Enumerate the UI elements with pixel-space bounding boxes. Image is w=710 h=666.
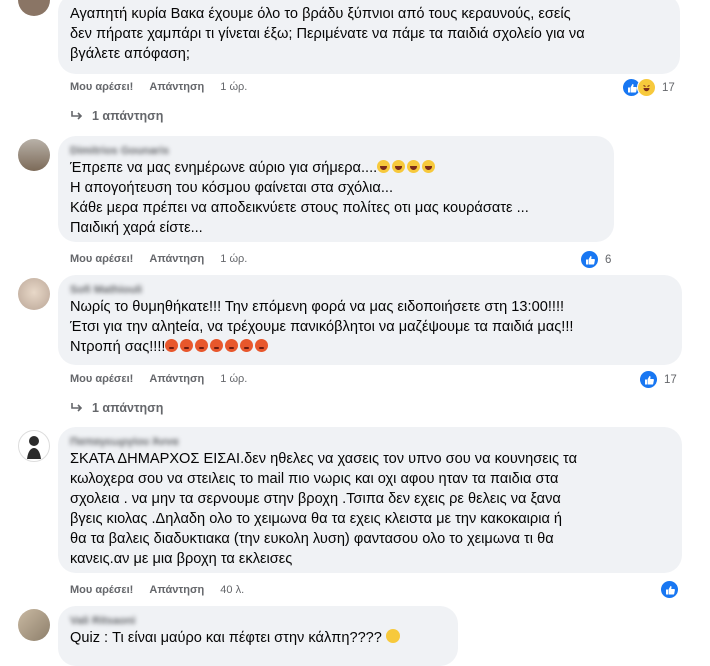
angry-emoji-icon: [225, 339, 239, 352]
comment-text-line: Αγαπητή κυρία Βακα έχουμε όλο το βράδυ ξ…: [70, 6, 571, 22]
comment-bubble: Sofi Mathiouli Νωρίς το θυμηθήκατε!!! Τη…: [58, 275, 682, 365]
comment-text-line: Έτσι για την αληteία, να τρέχουμε πανικό…: [70, 319, 574, 335]
like-link[interactable]: Μου αρέσει!: [70, 81, 133, 93]
comment-text-line: κωλοχερα σου να στειλεις το mail πιο νωρ…: [70, 471, 559, 487]
like-reaction-icon: [660, 580, 679, 599]
haha-reaction-icon: [637, 78, 656, 97]
avatar[interactable]: [18, 0, 50, 16]
reply-arrow-icon: [71, 111, 83, 120]
like-link[interactable]: Μου αρέσει!: [70, 584, 133, 596]
reply-link[interactable]: Απάντηση: [149, 253, 204, 265]
comment-text-line: ΣΚΑΤΑ ΔΗΜΑΡΧΟΣ ΕΙΣΑΙ.δεν ηθελες να χασει…: [70, 451, 578, 467]
comment-text-line: Έπρεπε να μας ενημέρωνε αύριο για σήμερα…: [70, 158, 602, 178]
reaction-count: 17: [664, 373, 677, 386]
reaction-summary[interactable]: [660, 580, 679, 599]
avatar[interactable]: [18, 139, 50, 171]
timestamp[interactable]: 1 ώρ.: [220, 373, 247, 385]
comment-actions: Μου αρέσει! Απάντηση 1 ώρ.: [70, 253, 260, 265]
comment-text-line: Η απογοήτευση του κόσμου φαίνεται στα σχ…: [70, 180, 394, 196]
comment-text-line: βγεις κιολας .Δηλαδη ολο το χειμωνα θα τ…: [70, 511, 563, 527]
comment-actions: Μου αρέσει! Απάντηση 1 ώρ.: [70, 373, 260, 385]
comment-text-line: Quiz : Τι είναι μαύρο και πέφτει στην κά…: [70, 628, 446, 648]
angry-emoji-icon: [165, 339, 179, 352]
reaction-summary[interactable]: 17: [622, 78, 675, 97]
reaction-summary[interactable]: 17: [639, 370, 677, 389]
comment-text-line: δεν πήρατε χαμπάρι τι γίνεται έξω; Περιμ…: [70, 26, 585, 42]
comment-author[interactable]: Vali Ritsaoni: [70, 614, 446, 628]
laughing-emoji-icon: [377, 160, 391, 173]
reaction-count: 17: [662, 81, 675, 94]
reply-link[interactable]: Απάντηση: [149, 373, 204, 385]
angry-emoji-icon: [240, 339, 254, 352]
avatar[interactable]: [18, 609, 50, 641]
like-link[interactable]: Μου αρέσει!: [70, 373, 133, 385]
comment-author[interactable]: Sofi Mathiouli: [70, 283, 670, 297]
timestamp[interactable]: 1 ώρ.: [220, 81, 247, 93]
comment-bubble: Παπαγεωργίου Άννα ΣΚΑΤΑ ΔΗΜΑΡΧΟΣ ΕΙΣΑΙ.δ…: [58, 427, 682, 573]
comment-author[interactable]: Dimitrios Gounaris: [70, 144, 602, 158]
view-replies-link[interactable]: 1 απάντηση: [70, 401, 163, 415]
reaction-summary[interactable]: 6: [580, 250, 611, 269]
reply-link[interactable]: Απάντηση: [149, 584, 204, 596]
angry-emoji-icon: [210, 339, 224, 352]
comment-bubble: Dimitrios Gounaris Έπρεπε να μας ενημέρω…: [58, 136, 614, 242]
reaction-count: 6: [605, 253, 612, 266]
comment-text-line: θα τα βαλεις διαδυκτιακα (την ευκολη λυσ…: [70, 531, 554, 547]
timestamp[interactable]: 40 λ.: [220, 584, 244, 596]
reply-link[interactable]: Απάντηση: [149, 81, 204, 93]
laughing-emoji-icon: [422, 160, 436, 173]
replies-count-label: 1 απάντηση: [92, 109, 164, 123]
laughing-emoji-icon: [407, 160, 421, 173]
view-replies-link[interactable]: 1 απάντηση: [70, 109, 163, 123]
comment-text-line: σχολεια . να μην τα σερνουμε στην βροχη …: [70, 491, 561, 507]
comment-author[interactable]: Παπαγεωργίου Άννα: [70, 435, 670, 449]
replies-count-label: 1 απάντηση: [92, 401, 164, 415]
comment-text-line: κανεις.αν με μια βροχη τα εκλεισες: [70, 551, 293, 567]
laughing-emoji-icon: [392, 160, 406, 173]
comment-actions: Μου αρέσει! Απάντηση 40 λ.: [70, 584, 257, 596]
comment-text-line: Παιδική χαρά είστε...: [70, 220, 203, 236]
comment-text-line: Νωρίς το θυμηθήκατε!!! Την επόμενη φορά …: [70, 299, 565, 315]
like-link[interactable]: Μου αρέσει!: [70, 253, 133, 265]
angry-emoji-icon: [195, 339, 209, 352]
angry-emoji-icon: [255, 339, 269, 352]
reply-arrow-icon: [71, 403, 83, 412]
comment-text-line: βγάλετε απόφαση;: [70, 46, 190, 62]
angry-emoji-icon: [180, 339, 194, 352]
timestamp[interactable]: 1 ώρ.: [220, 253, 247, 265]
worried-emoji-icon: [385, 629, 400, 643]
comment-text-line: Κάθε μερα πρέπει να αποδεικνύετε στους π…: [70, 200, 529, 216]
comment-actions: Μου αρέσει! Απάντηση 1 ώρ.: [70, 81, 260, 93]
like-reaction-icon: [639, 370, 658, 389]
avatar[interactable]: [18, 278, 50, 310]
avatar[interactable]: [18, 430, 50, 462]
like-reaction-icon: [580, 250, 599, 269]
comment-bubble: Vali Ritsaoni Quiz : Τι είναι μαύρο και …: [58, 606, 458, 666]
comment-bubble: Αγαπητή κυρία Βακα έχουμε όλο το βράδυ ξ…: [58, 0, 680, 74]
comment-text-line: Ντροπή σας!!!!: [70, 337, 670, 357]
